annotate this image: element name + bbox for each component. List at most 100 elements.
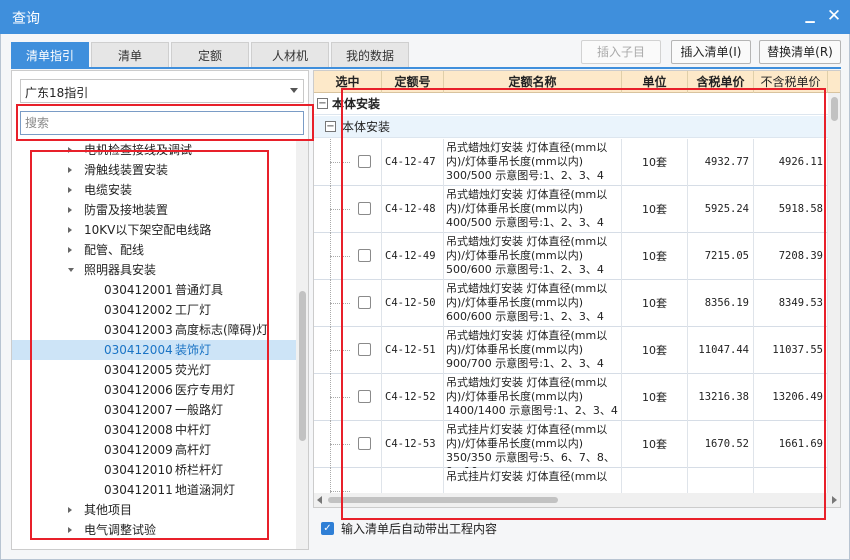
collapse-icon[interactable]: − [325,121,336,132]
quota-code: C4-12-49 [382,233,444,280]
tree-node[interactable]: 防雷及接地装置 [12,200,296,220]
row-checkbox[interactable] [358,202,371,215]
quota-price-tax: 1670.52 [688,421,754,468]
tree-node[interactable]: 其他项目 [12,500,296,520]
table-row[interactable]: C4-12-47 吊式蜡烛灯安装 灯体直径(mm以内)/灯体垂吊长度(mm以内) … [314,139,840,186]
quota-price-notax: 7208.39 [754,233,828,280]
quota-name: 吊式蜡烛灯安装 灯体直径(mm以内)/灯体垂吊长度(mm以内) 900/700 … [444,327,622,374]
quota-price-notax: 4926.11 [754,139,828,186]
minimize-icon[interactable]: ▁ [800,6,820,26]
tree-leaf-item[interactable]: 030412006 医疗专用灯 [12,380,296,400]
tree-node[interactable]: 电缆安装 [12,180,296,200]
collapsed-arrow-icon[interactable] [68,147,72,153]
row-checkbox[interactable] [358,437,371,450]
collapse-icon[interactable]: − [317,98,328,109]
tree-leaf-item[interactable]: 030412011 地道涵洞灯 [12,480,296,500]
quota-price-tax: 7215.05 [688,233,754,280]
table-row[interactable]: C4-12-52 吊式蜡烛灯安装 灯体直径(mm以内)/灯体垂吊长度(mm以内) … [314,374,840,421]
quota-price-notax: 5918.58 [754,186,828,233]
tree-node[interactable]: 电机检查接线及调试 [12,141,296,160]
scroll-left-icon[interactable] [317,496,322,504]
tab-my-data[interactable]: 我的数据 [331,42,409,68]
tab-list-guide[interactable]: 清单指引 [11,42,89,68]
row-checkbox[interactable] [358,390,371,403]
quota-code: C4-12-47 [382,139,444,186]
tree-connector [330,162,350,163]
tree-node[interactable]: 10KV以下架空配电线路 [12,220,296,240]
tree-item-name: 一般路灯 [175,403,224,417]
tree-leaf-item[interactable]: 030412008 中杆灯 [12,420,296,440]
checkbox-checked-icon[interactable]: ✓ [321,522,334,535]
subgroup-row[interactable]: − 本体安装 [314,116,840,138]
insert-child-button[interactable]: 插入子目 [581,40,661,64]
collapsed-arrow-icon[interactable] [68,507,72,513]
tree-connector [330,256,350,257]
chevron-down-icon [290,88,298,93]
table-vertical-scrollbar[interactable] [828,93,840,493]
search-input[interactable] [20,111,304,135]
tree-connector [330,209,350,210]
tree-item-code: 030412007 [104,403,173,417]
tree-node[interactable]: 照明器具安装 [12,260,296,280]
tree-leaf-item[interactable]: 030412002 工厂灯 [12,300,296,320]
collapsed-arrow-icon[interactable] [68,207,72,213]
row-checkbox[interactable] [358,296,371,309]
tree-scrollbar[interactable] [296,141,308,549]
expanded-arrow-icon[interactable] [68,268,74,272]
table-row[interactable]: C4-12-53 吊式挂片灯安装 灯体直径(mm以内)/灯体垂吊长度(mm以内) … [314,421,840,468]
tree-scrollbar-thumb[interactable] [299,291,306,441]
scroll-right-icon[interactable] [832,496,837,504]
tree-leaf-item[interactable]: 030412005 荧光灯 [12,360,296,380]
tree-node-label: 电缆安装 [84,183,133,197]
quota-name: 吊式挂片灯安装 灯体直径(mm以内)/灯体垂吊长度(mm以内) 350/350 … [444,421,622,468]
vertical-scrollbar-thumb[interactable] [831,97,838,121]
collapsed-arrow-icon[interactable] [68,187,72,193]
tab-quota[interactable]: 定额 [171,42,249,68]
quota-code: C4-12-48 [382,186,444,233]
tab-materials[interactable]: 人材机 [251,42,329,68]
close-icon[interactable]: ✕ [824,6,844,26]
tree-leaf-item[interactable]: 030412010 桥栏杆灯 [12,460,296,480]
tree-node-label: 照明器具安装 [84,263,157,277]
tree-item-code: 030412006 [104,383,173,397]
quota-name: 吊式蜡烛灯安装 灯体直径(mm以内)/灯体垂吊长度(mm以内) 300/500 … [444,139,622,186]
quota-code: C4-12-50 [382,280,444,327]
collapsed-arrow-icon[interactable] [68,527,72,533]
horizontal-scrollbar-thumb[interactable] [328,497,558,503]
header-code: 定额号 [382,71,444,93]
insert-list-button[interactable]: 插入清单(I) [671,40,751,64]
quota-price-tax: 11047.44 [688,327,754,374]
tree-leaf-item[interactable]: 030412004 装饰灯 [12,340,296,360]
row-checkbox[interactable] [358,343,371,356]
quota-unit: 10套 [622,374,688,421]
tree-node-label: 滑触线装置安装 [84,163,169,177]
collapsed-arrow-icon[interactable] [68,167,72,173]
row-checkbox[interactable] [358,249,371,262]
tree-leaf-item[interactable]: 030412003 高度标志(障碍)灯 [12,320,296,340]
group-row[interactable]: − 本体安装 [314,93,840,115]
group-label: 本体安装 [332,97,381,111]
tree-node[interactable]: 电气调整试验 [12,520,296,540]
collapsed-arrow-icon[interactable] [68,227,72,233]
tree-item-name: 桥栏杆灯 [175,463,224,477]
guide-combo[interactable]: 广东18指引 [20,79,304,103]
quota-price-tax: 8356.19 [688,280,754,327]
header-price-tax: 含税单价 [688,71,754,93]
table-row[interactable]: C4-12-50 吊式蜡烛灯安装 灯体直径(mm以内)/灯体垂吊长度(mm以内) … [314,280,840,327]
table-row[interactable]: C4-12-51 吊式蜡烛灯安装 灯体直径(mm以内)/灯体垂吊长度(mm以内) … [314,327,840,374]
tree-item-name: 医疗专用灯 [175,383,236,397]
query-window: 清单指引 清单 定额 人材机 我的数据 插入子目 插入清单(I) 替换清单(R)… [0,34,850,560]
tree-leaf-item[interactable]: 030412009 高杆灯 [12,440,296,460]
tree-node[interactable]: 配管、配线 [12,240,296,260]
quota-name: 吊式蜡烛灯安装 灯体直径(mm以内)/灯体垂吊长度(mm以内) 500/600 … [444,233,622,280]
table-row[interactable]: C4-12-48 吊式蜡烛灯安装 灯体直径(mm以内)/灯体垂吊长度(mm以内) … [314,186,840,233]
tree-node[interactable]: 滑触线装置安装 [12,160,296,180]
collapsed-arrow-icon[interactable] [68,247,72,253]
row-checkbox[interactable] [358,155,371,168]
tree-leaf-item[interactable]: 030412007 一般路灯 [12,400,296,420]
table-row[interactable]: C4-12-49 吊式蜡烛灯安装 灯体直径(mm以内)/灯体垂吊长度(mm以内) … [314,233,840,280]
tab-list[interactable]: 清单 [91,42,169,68]
replace-list-button[interactable]: 替换清单(R) [759,40,841,64]
table-horizontal-scrollbar[interactable] [314,493,840,507]
tree-leaf-item[interactable]: 030412001 普通灯具 [12,280,296,300]
